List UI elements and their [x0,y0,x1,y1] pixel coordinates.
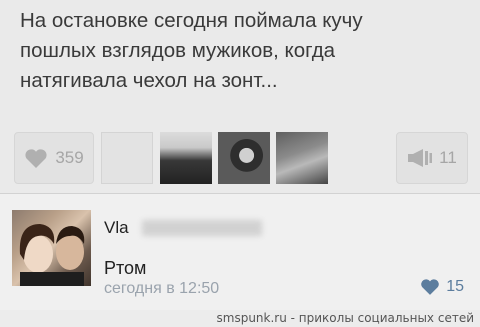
comment-like-count: 15 [446,278,464,295]
watermark-text: smspunk.ru - приколы социальных сетей [216,311,474,325]
watermark-footer: smspunk.ru - приколы социальных сетей [0,310,480,327]
liked-by-avatar-placeholder[interactable] [101,132,153,184]
liked-by-avatar-photo[interactable] [160,132,212,184]
heart-icon [420,278,440,296]
like-count: 359 [55,148,84,167]
like-button[interactable]: 359 [14,132,94,184]
share-button[interactable]: 11 [396,132,468,184]
comment-like-button[interactable]: 15 [420,278,464,296]
megaphone-icon [407,148,433,168]
liked-by-avatar-photo[interactable] [276,132,328,184]
post-actions: 359 11 [14,130,468,186]
avatar[interactable] [12,210,91,286]
liked-by-avatar-photo[interactable] [218,132,270,184]
comment: Vla Ртом сегодня в 12:50 15 [0,194,480,310]
author-name-redaction [142,220,262,236]
heart-icon [24,148,48,169]
comment-author[interactable]: Vla [104,218,129,238]
post-text: На остановке сегодня поймала кучу пошлых… [20,9,363,92]
comment-timestamp: сегодня в 12:50 [104,280,220,297]
share-count: 11 [439,148,457,167]
comment-text: Ртом [104,258,147,278]
